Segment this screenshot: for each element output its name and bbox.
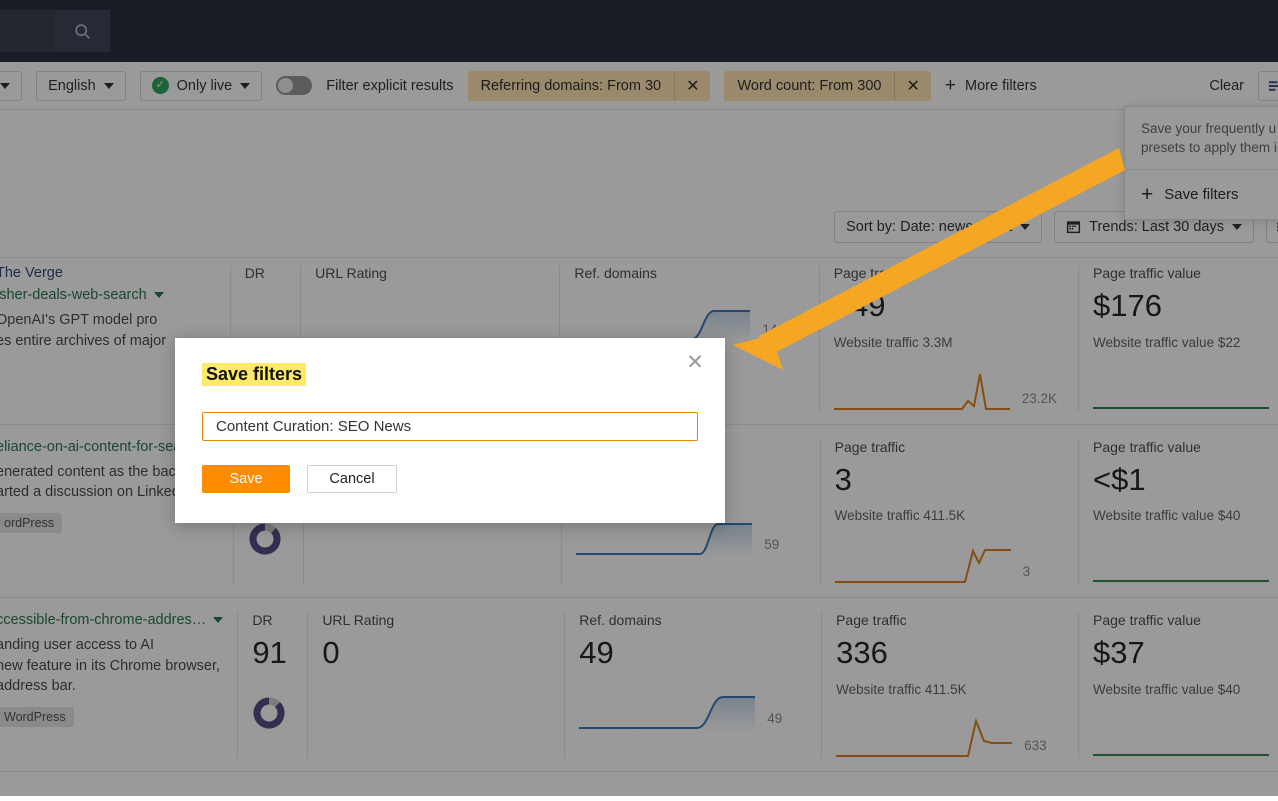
close-icon[interactable]: ✕ [684, 352, 706, 374]
save-button[interactable]: Save [202, 465, 290, 493]
modal-actions: Save Cancel [202, 465, 725, 493]
modal-title: Save filters [202, 363, 306, 386]
cancel-button[interactable]: Cancel [307, 465, 397, 493]
preset-name-input[interactable] [202, 412, 698, 441]
save-filters-modal: ✕ Save filters Save Cancel [175, 338, 725, 523]
